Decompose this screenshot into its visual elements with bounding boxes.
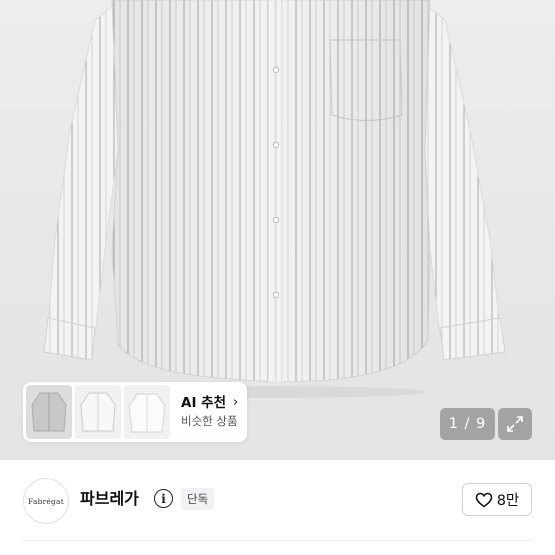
gray-shirt-thumbnail <box>31 392 67 432</box>
product-image-gallery[interactable]: AI 추천 › 비슷한 상품 1 / 9 <box>0 0 555 460</box>
ai-recommend-subtitle: 비슷한 상품 <box>181 414 238 428</box>
ai-thumbnail-3[interactable] <box>124 385 170 439</box>
ai-recommend-title: AI 추천 › <box>181 395 239 411</box>
white-shirt-thumbnail <box>128 393 166 433</box>
white-shirt-thumbnail <box>80 392 116 432</box>
exclusive-badge: 단독 <box>181 488 215 510</box>
brand-row: Fabrégat 파브레가 i 단독 8만 <box>0 460 555 541</box>
ai-thumbnail-2[interactable] <box>75 385 121 439</box>
brand-logo[interactable]: Fabrégat <box>23 478 69 524</box>
info-icon[interactable]: i <box>154 489 173 508</box>
expand-arrows-icon <box>507 416 523 432</box>
brand-name[interactable]: 파브레가 <box>80 488 139 510</box>
ai-thumbnail-1[interactable] <box>26 385 72 439</box>
heart-icon <box>475 492 492 507</box>
divider <box>23 540 532 541</box>
ai-recommend-card[interactable]: AI 추천 › 비슷한 상품 <box>23 382 247 442</box>
chevron-right-icon: › <box>233 395 239 410</box>
like-button[interactable]: 8만 <box>462 483 532 516</box>
image-counter: 1 / 9 <box>440 408 495 440</box>
expand-button[interactable] <box>498 408 532 440</box>
like-count: 8만 <box>496 493 520 509</box>
